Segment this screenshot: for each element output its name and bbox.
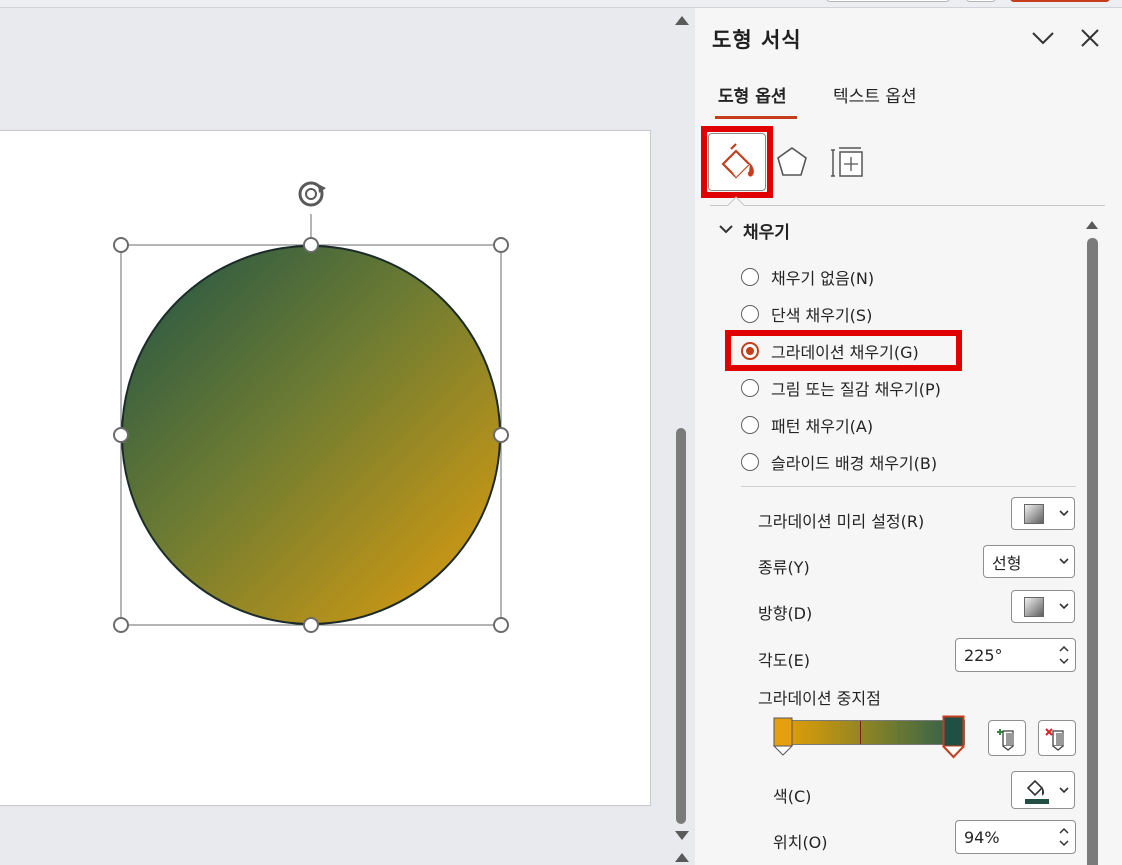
angle-value: 225° <box>964 645 1003 665</box>
direction-label: 방향(D) <box>758 604 813 623</box>
pane-scroll-thumb[interactable] <box>1087 238 1098 865</box>
toolbar-accent-button[interactable] <box>1010 0 1110 2</box>
scroll-up-arrow-icon[interactable] <box>675 16 689 25</box>
radio-label: 슬라이드 배경 채우기(B) <box>771 454 938 473</box>
pane-scroll-up-icon[interactable] <box>1086 221 1098 229</box>
chevron-down-icon <box>1059 603 1069 610</box>
color-label: 색(C) <box>773 787 812 806</box>
scroll-down-arrow-icon[interactable] <box>675 831 689 840</box>
radio-picture-fill[interactable]: 그림 또는 질감 채우기(P) <box>741 375 941 401</box>
preset-gradient-dropdown[interactable] <box>1011 497 1075 530</box>
angle-label: 각도(E) <box>758 651 811 670</box>
direction-swatch-icon <box>1024 596 1044 617</box>
add-gradient-stop-button[interactable] <box>988 720 1026 756</box>
radio-icon[interactable] <box>741 416 759 434</box>
rotate-handle-icon[interactable] <box>298 181 326 207</box>
spinner-arrows-icon[interactable] <box>1059 825 1069 849</box>
radio-icon[interactable] <box>741 379 759 397</box>
scroll-thumb[interactable] <box>676 428 686 824</box>
position-label: 위치(O) <box>773 833 828 852</box>
canvas-vertical-scrollbar[interactable] <box>668 8 695 865</box>
radio-checked-icon[interactable] <box>741 342 759 360</box>
add-stop-icon <box>997 729 1014 751</box>
fill-and-line-button[interactable] <box>708 133 766 191</box>
type-value: 선형 <box>992 553 1022 573</box>
gradient-stop-handle-selected[interactable] <box>942 715 966 763</box>
selected-circle-shape[interactable] <box>100 178 530 648</box>
radio-solid-fill[interactable]: 단색 채우기(S) <box>741 301 872 327</box>
stop-tick <box>898 721 899 744</box>
chevron-down-icon[interactable] <box>719 224 733 234</box>
radio-label: 그라데이션 채우기(G) <box>771 343 919 362</box>
type-dropdown[interactable]: 선형 <box>983 545 1075 578</box>
size-properties-icon[interactable] <box>831 146 865 180</box>
chevron-down-icon <box>1059 787 1069 794</box>
stop-tick <box>860 721 861 744</box>
paint-bucket-icon <box>1025 779 1049 804</box>
radio-icon[interactable] <box>741 453 759 471</box>
radio-icon[interactable] <box>741 305 759 323</box>
circle[interactable] <box>121 245 501 625</box>
paint-bucket-icon <box>721 143 754 179</box>
pane-title: 도형 서식 <box>712 28 802 52</box>
toolbar-button[interactable] <box>966 0 996 2</box>
position-value: 94% <box>964 827 1000 847</box>
chevron-down-icon <box>1059 558 1069 565</box>
close-icon[interactable] <box>1078 26 1102 50</box>
remove-stop-icon <box>1045 728 1064 751</box>
toolbar-button[interactable] <box>826 0 950 2</box>
radio-no-fill[interactable]: 채우기 없음(N) <box>741 264 874 290</box>
radio-icon[interactable] <box>741 268 759 286</box>
divider <box>710 205 1105 206</box>
top-toolbar-strip <box>0 0 1122 8</box>
position-spinner[interactable]: 94% <box>955 820 1076 854</box>
gradient-stop-handle-start[interactable] <box>773 717 795 761</box>
type-label: 종류(Y) <box>758 558 810 577</box>
gradient-stops-bar[interactable] <box>775 720 965 745</box>
remove-gradient-stop-button[interactable] <box>1038 720 1076 756</box>
gradient-stops-label: 그라데이션 중지점 <box>758 689 881 708</box>
chevron-down-icon <box>1059 510 1069 517</box>
slide-canvas-area <box>0 8 668 865</box>
pentagon-effects-icon[interactable] <box>775 145 809 179</box>
scroll-prev-slide-icon[interactable] <box>675 853 689 862</box>
preset-gradient-label: 그라데이션 미리 설정(R) <box>758 512 925 531</box>
divider-notch <box>727 196 745 214</box>
direction-dropdown[interactable] <box>1011 590 1075 623</box>
divider <box>741 486 1076 487</box>
tab-shape-options[interactable]: 도형 옵션 <box>718 82 786 107</box>
spinner-arrows-icon[interactable] <box>1059 643 1069 667</box>
stop-color-dropdown[interactable] <box>1011 771 1075 809</box>
radio-label: 패턴 채우기(A) <box>771 417 874 436</box>
radio-slide-background-fill[interactable]: 슬라이드 배경 채우기(B) <box>741 449 937 475</box>
gradient-swatch-icon <box>1024 503 1044 524</box>
angle-spinner[interactable]: 225° <box>955 638 1076 672</box>
radio-label: 채우기 없음(N) <box>771 269 875 288</box>
radio-label: 단색 채우기(S) <box>771 306 873 325</box>
fill-section-title[interactable]: 채우기 <box>743 218 790 243</box>
tab-text-options[interactable]: 텍스트 옵션 <box>833 82 917 107</box>
radio-label: 그림 또는 질감 채우기(P) <box>771 380 941 399</box>
chevron-down-icon[interactable] <box>1031 28 1055 48</box>
radio-pattern-fill[interactable]: 패턴 채우기(A) <box>741 412 873 438</box>
active-tab-underline <box>715 116 797 119</box>
stop-tick <box>926 721 927 744</box>
radio-gradient-fill[interactable]: 그라데이션 채우기(G) <box>741 338 919 364</box>
format-shape-pane: 도형 서식 도형 옵션 텍스트 옵션 채우기 채우기 없음(N) 단색 채우기(… <box>695 8 1122 865</box>
